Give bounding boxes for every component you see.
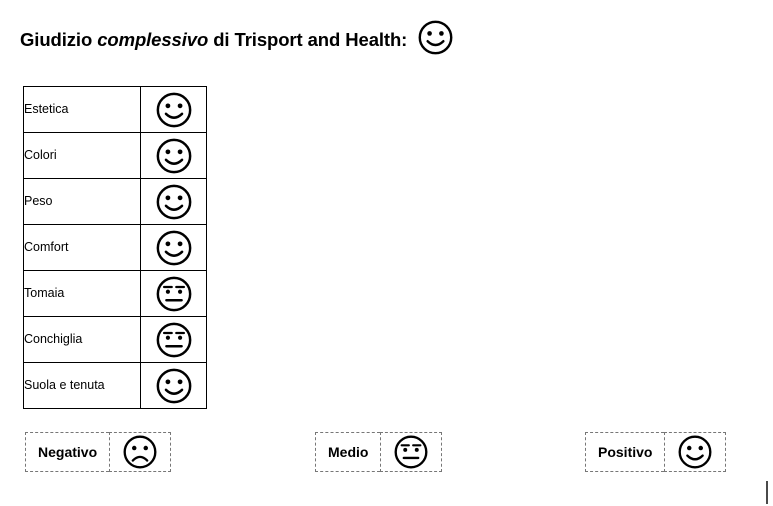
smiley-positive-icon [141,367,206,405]
rating-row-label: Estetica [23,86,141,133]
smiley-positive-icon [141,137,206,175]
rating-row-label: Suola e tenuta [23,362,141,409]
smiley-negative-icon [122,434,158,470]
page-edge-artifact [766,481,768,504]
table-row: Colori [23,132,207,179]
rating-row-icon-cell [140,362,207,409]
smiley-neutral-icon [141,275,206,313]
table-row: Comfort [23,224,207,271]
table-row: Suola e tenuta [23,362,207,409]
legend-label: Positivo [585,432,665,472]
page-title-suffix: di Trisport and Health: [208,28,408,50]
rating-row-label: Comfort [23,224,141,271]
ratings-table-body: Estetica Colori Peso Comfort Tomaia Conc… [23,86,207,409]
smiley-positive-icon [677,434,713,470]
legend-item-negativo: Negativo [25,432,172,472]
rating-row-label: Colori [23,132,141,179]
rating-row-label: Conchiglia [23,316,141,363]
smiley-positive-icon [141,91,206,129]
rating-row-icon-cell [140,132,207,179]
legend-label: Medio [315,432,381,472]
rating-row-icon-cell [140,270,207,317]
rating-row-icon-cell [140,224,207,271]
smiley-neutral-icon [141,321,206,359]
legend-item-positivo: Positivo [585,432,727,472]
table-row: Peso [23,178,207,225]
legend-icon-cell [380,432,443,472]
smiley-positive-icon [417,19,454,61]
rating-row-icon-cell [140,86,207,133]
smiley-positive-icon [141,183,206,221]
rating-row-icon-cell [140,316,207,363]
legend-label: Negativo [25,432,110,472]
smiley-positive-icon [141,229,206,267]
table-row: Tomaia [23,270,207,317]
legend-icon-cell [664,432,727,472]
legend-icon-cell [109,432,172,472]
page-title-emphasis: complessivo [97,28,209,50]
table-row: Conchiglia [23,316,207,363]
page-title-bar: Giudizio complessivo di Trisport and Hea… [20,20,454,60]
page-title-prefix: Giudizio [20,28,98,50]
smiley-neutral-icon [393,434,429,470]
rating-row-icon-cell [140,178,207,225]
legend-item-medio: Medio [315,432,443,472]
page-title: Giudizio complessivo di Trisport and Hea… [20,28,408,50]
rating-row-label: Tomaia [23,270,141,317]
ratings-table: Estetica Colori Peso Comfort Tomaia Conc… [23,86,207,409]
rating-row-label: Peso [23,178,141,225]
table-row: Estetica [23,86,207,133]
